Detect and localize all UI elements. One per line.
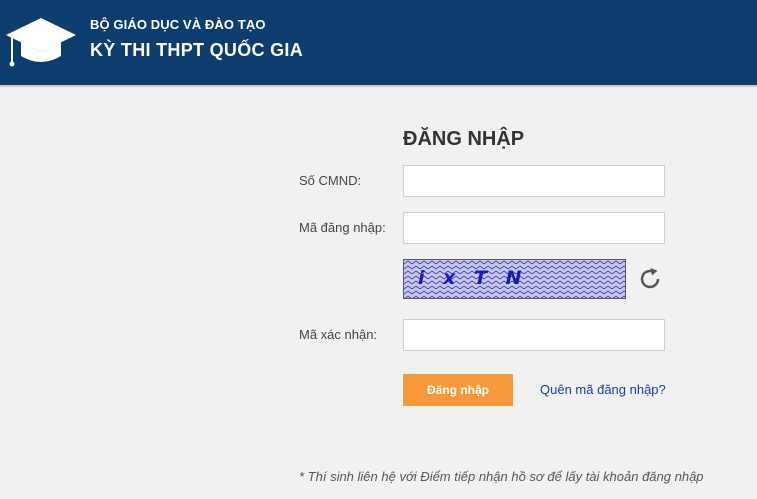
refresh-icon[interactable]	[637, 266, 663, 292]
id-number-input[interactable]	[403, 165, 665, 197]
id-number-label: Số CMND:	[299, 173, 362, 188]
username-label: Mã đăng nhập:	[299, 220, 386, 235]
forgot-username-link[interactable]: Quên mã đăng nhập?	[540, 382, 666, 397]
captcha-image: i x T N	[403, 259, 626, 299]
username-input[interactable]	[403, 212, 665, 244]
captcha-input[interactable]	[403, 319, 665, 351]
graduation-cap-icon	[6, 18, 76, 67]
login-button[interactable]: Đăng nhập	[403, 374, 513, 406]
login-heading: ĐĂNG NHẬP	[403, 128, 525, 150]
organization-name: BỘ GIÁO DỤC VÀ ĐÀO TẠO	[90, 17, 266, 32]
site-title: KỲ THI THPT QUỐC GIA	[90, 40, 303, 60]
footer-note: * Thí sinh liên hệ với Điểm tiếp nhận hồ…	[299, 469, 704, 484]
site-header: BỘ GIÁO DỤC VÀ ĐÀO TẠO KỲ THI THPT QUỐC …	[0, 0, 757, 87]
captcha-label: Mã xác nhận:	[299, 327, 378, 342]
captcha-text: i x T N	[418, 267, 527, 289]
